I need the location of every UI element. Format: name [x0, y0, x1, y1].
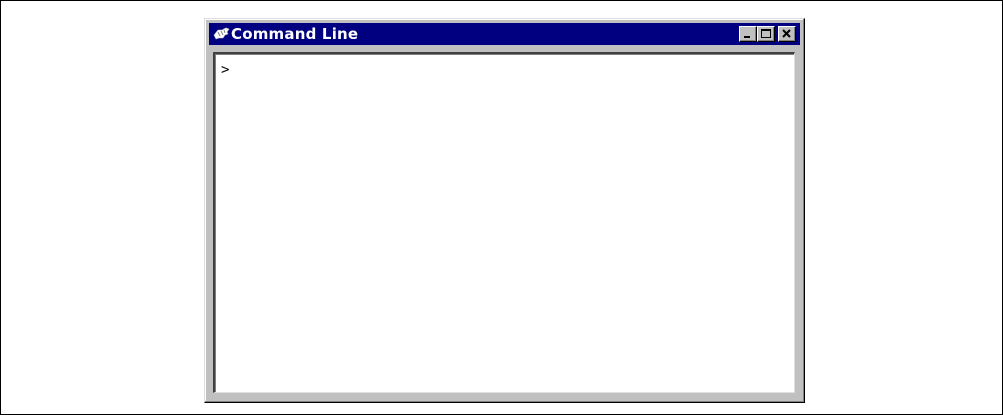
- close-button[interactable]: [778, 26, 796, 42]
- close-icon: [782, 29, 791, 38]
- window-title: Command Line: [231, 25, 359, 43]
- maximize-icon: [761, 29, 771, 38]
- console-output-area[interactable]: >: [213, 52, 795, 393]
- minimize-icon: [744, 36, 750, 38]
- command-line-window: Command Line >: [204, 18, 805, 403]
- maximize-button[interactable]: [757, 26, 775, 42]
- command-prompt: >: [221, 62, 230, 78]
- title-bar[interactable]: Command Line: [209, 23, 800, 45]
- minimize-button[interactable]: [739, 26, 757, 42]
- figure-frame: Command Line >: [0, 0, 1003, 415]
- command-line-app-icon[interactable]: [213, 27, 230, 41]
